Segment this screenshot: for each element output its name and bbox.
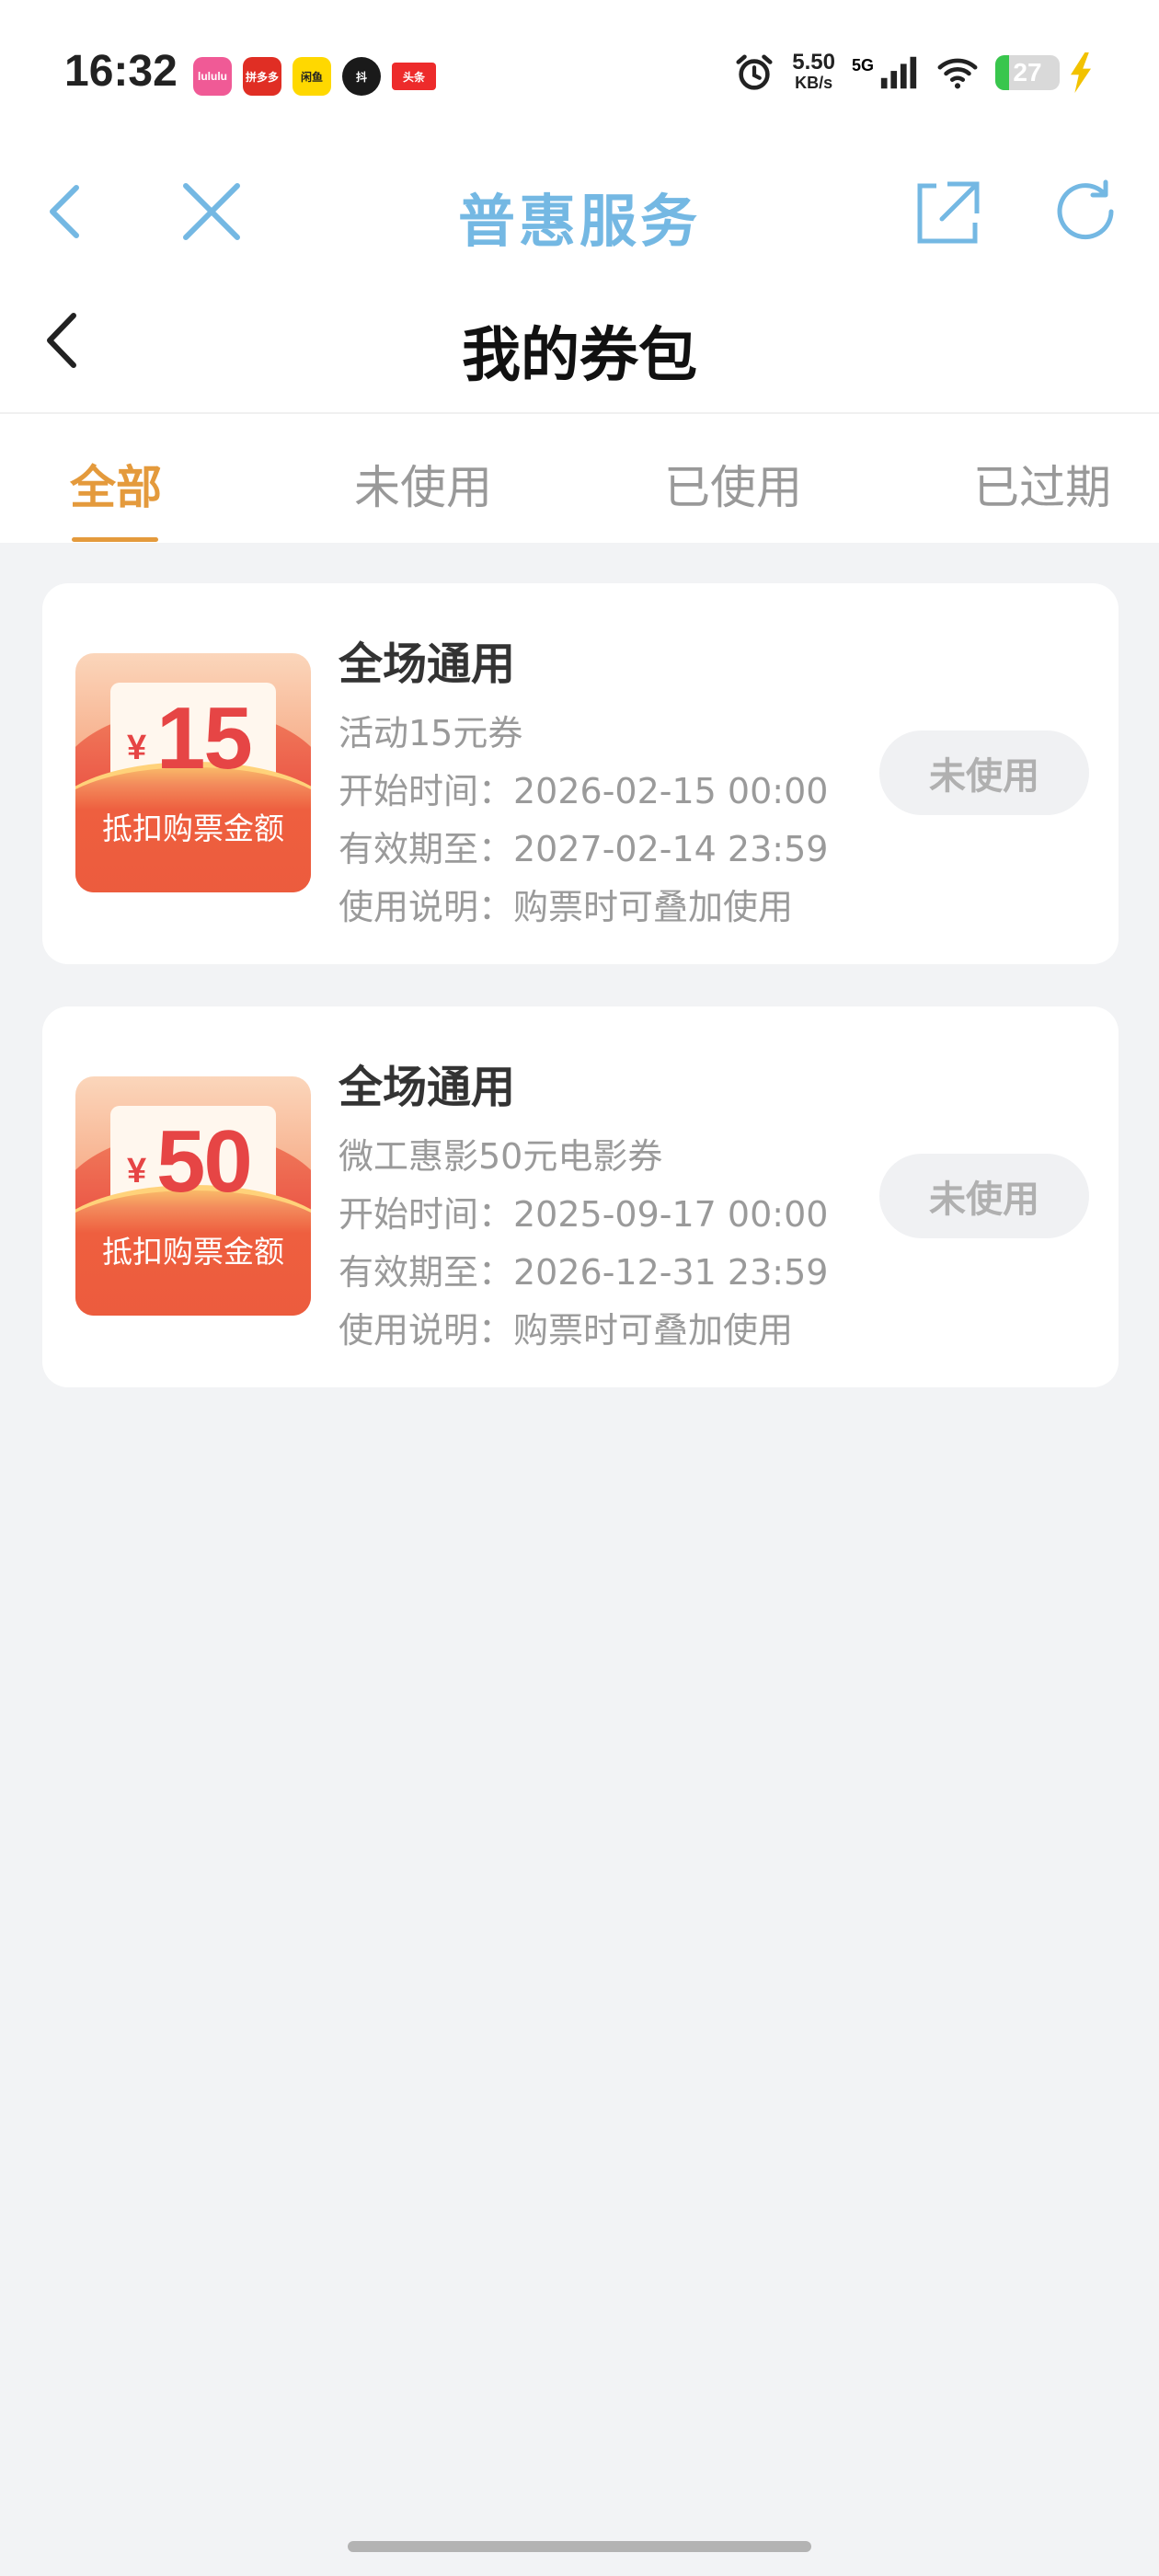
alarm-icon — [736, 54, 773, 90]
coupon-info: 全场通用 活动15元券 开始时间：2026-02-15 00:00 有效期至：2… — [339, 627, 854, 937]
page-header: 我的券包 — [0, 267, 1159, 414]
status-time: 16:32 — [64, 47, 178, 96]
app-icon-4: 抖 — [342, 57, 381, 96]
tab-unused[interactable]: 未使用 — [354, 451, 492, 517]
app-icon-1: lululu — [193, 57, 232, 96]
coupon-card[interactable]: ¥ 15 抵扣购票金额 全场通用 活动15元券 开始时间：2026-02-15 … — [42, 583, 1119, 964]
coupon-usage-note: 使用说明：购票时可叠加使用 — [339, 1310, 794, 1351]
tab-all[interactable]: 全部 — [70, 451, 162, 517]
nav-title: 普惠服务 — [457, 188, 701, 255]
charging-bolt-icon — [1071, 52, 1091, 93]
signal-icon — [880, 56, 917, 89]
active-tab-indicator — [72, 537, 158, 542]
coupon-caption: 抵扣购票金额 — [102, 811, 284, 846]
coupon-start-time: 开始时间：2025-09-17 00:00 — [339, 1194, 829, 1235]
coupon-amount: 50 — [156, 1112, 253, 1211]
status-bar: 16:32 lululu 拼多多 闲鱼 抖 头条 5.50 KB/s 5G 27 — [0, 0, 1159, 147]
coupon-info: 全场通用 微工惠影50元电影券 开始时间：2025-09-17 00:00 有效… — [339, 1051, 854, 1360]
coupon-list: ¥ 15 抵扣购票金额 全场通用 活动15元券 开始时间：2026-02-15 … — [42, 583, 1119, 1430]
coupon-currency: ¥ — [127, 729, 147, 767]
battery-indicator: 27 — [995, 55, 1060, 90]
coupon-status-button[interactable]: 未使用 — [879, 1154, 1089, 1238]
refresh-icon[interactable] — [1049, 175, 1122, 248]
coupon-image: ¥ 15 抵扣购票金额 — [75, 653, 311, 892]
tab-expired[interactable]: 已过期 — [973, 451, 1111, 517]
coupon-status-button[interactable]: 未使用 — [879, 730, 1089, 815]
coupon-usage-note: 使用说明：购票时可叠加使用 — [339, 887, 794, 927]
coupon-currency: ¥ — [127, 1152, 147, 1190]
home-indicator[interactable] — [348, 2541, 811, 2552]
coupon-start-time: 开始时间：2026-02-15 00:00 — [339, 771, 829, 811]
page-title: 我的券包 — [462, 322, 697, 390]
net-speed: 5.50 KB/s — [792, 50, 835, 93]
coupon-expire-time: 有效期至：2026-12-31 23:59 — [339, 1252, 829, 1293]
notification-app-icons: lululu 拼多多 闲鱼 抖 头条 — [193, 57, 436, 96]
coupon-expire-time: 有效期至：2027-02-14 23:59 — [339, 829, 829, 869]
app-icon-3: 闲鱼 — [293, 57, 331, 96]
coupon-subtitle: 微工惠影50元电影券 — [339, 1136, 663, 1177]
coupon-caption: 抵扣购票金额 — [102, 1234, 284, 1270]
coupon-image: ¥ 50 抵扣购票金额 — [75, 1076, 311, 1316]
nav-bar: 普惠服务 — [0, 147, 1159, 267]
tab-bar: 全部 未使用 已使用 已过期 — [0, 414, 1159, 543]
coupon-title: 全场通用 — [339, 638, 516, 690]
network-type: 5G — [851, 55, 874, 75]
coupon-title: 全场通用 — [339, 1062, 516, 1113]
app-icon-2: 拼多多 — [243, 57, 281, 96]
app-icon-5: 头条 — [392, 63, 436, 90]
coupon-subtitle: 活动15元券 — [339, 713, 523, 753]
share-external-icon[interactable] — [911, 175, 984, 248]
coupon-amount: 15 — [156, 689, 253, 788]
coupon-card[interactable]: ¥ 50 抵扣购票金额 全场通用 微工惠影50元电影券 开始时间：2025-09… — [42, 1006, 1119, 1387]
tab-used[interactable]: 已使用 — [664, 451, 802, 517]
battery-fill — [995, 55, 1010, 90]
wifi-icon — [937, 58, 978, 89]
status-indicators: 5.50 KB/s 5G 27 — [733, 52, 1095, 94]
